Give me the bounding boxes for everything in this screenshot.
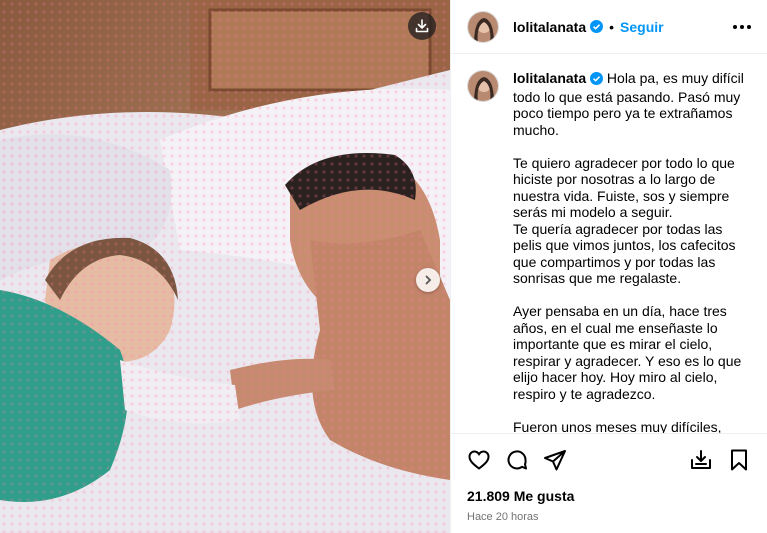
chevron-right-icon (423, 275, 433, 285)
post-dialog: lolitalanata • Seguir lolitalanata Hola … (0, 0, 767, 533)
caption-body: Hola pa, es muy difícil todo lo que está… (513, 70, 744, 433)
post-timestamp[interactable]: Hace 20 horas (451, 507, 767, 533)
caption-username[interactable]: lolitalanata (513, 70, 586, 86)
share-icon[interactable] (543, 448, 567, 472)
post-header: lolitalanata • Seguir (451, 0, 767, 54)
download-icon (415, 19, 429, 33)
comment-icon[interactable] (505, 448, 529, 472)
heart-icon[interactable] (467, 448, 491, 472)
likes-count[interactable]: 21.809 Me gusta (451, 485, 767, 507)
post-photo (0, 0, 450, 533)
separator-dot: • (609, 18, 615, 35)
caption-area: lolitalanata Hola pa, es muy difícil tod… (451, 54, 767, 433)
caption-text: lolitalanata Hola pa, es muy difícil tod… (513, 70, 751, 433)
verified-badge-icon (590, 72, 604, 89)
post-media[interactable] (0, 0, 450, 533)
caption-avatar[interactable] (467, 70, 499, 102)
username[interactable]: lolitalanata (513, 19, 586, 35)
action-bar (451, 433, 767, 485)
avatar[interactable] (467, 10, 499, 43)
post-sidebar: lolitalanata • Seguir lolitalanata Hola … (450, 0, 767, 533)
bookmark-icon[interactable] (727, 448, 751, 472)
more-options-icon[interactable] (733, 24, 751, 29)
verified-badge-icon (590, 20, 604, 33)
download-button[interactable] (408, 12, 436, 40)
add-to-collection-icon[interactable] (689, 448, 713, 472)
follow-button[interactable]: Seguir (620, 19, 664, 35)
next-image-button[interactable] (416, 268, 440, 292)
caption-row: lolitalanata Hola pa, es muy difícil tod… (467, 70, 751, 433)
